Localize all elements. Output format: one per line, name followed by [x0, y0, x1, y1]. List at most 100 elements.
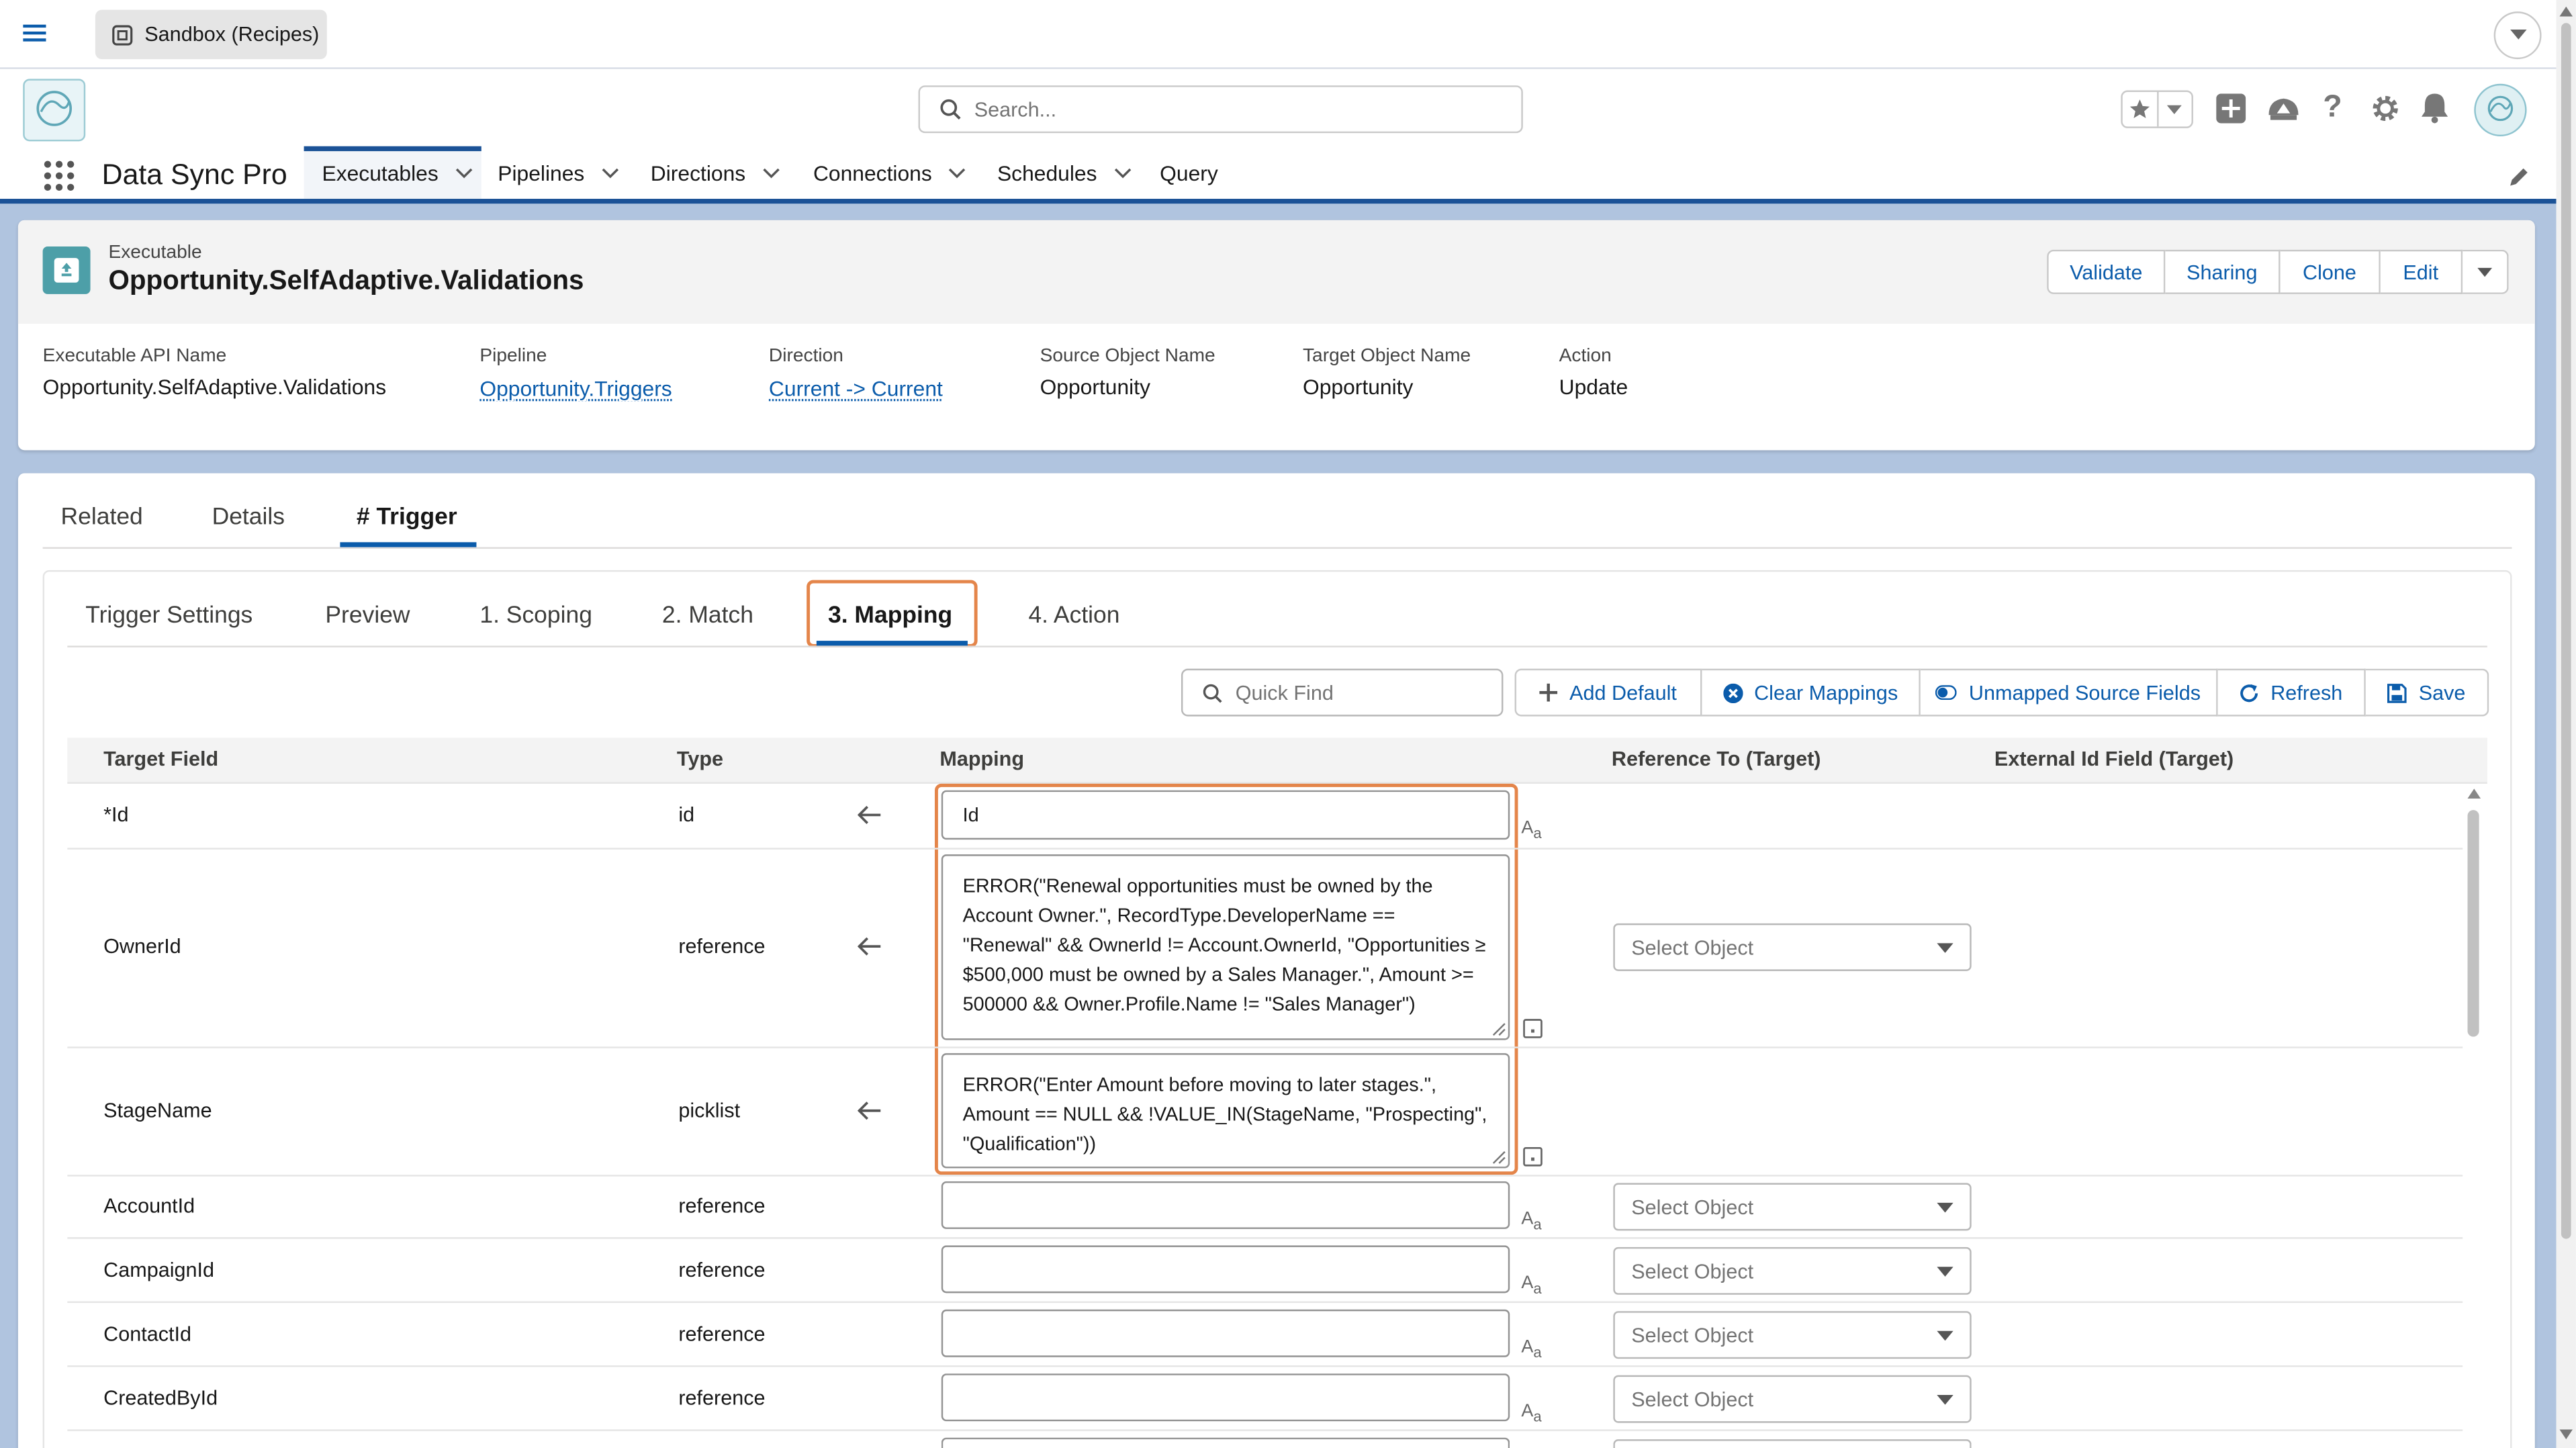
mapping-textarea[interactable]: ERROR("Renewal opportunities must be own…: [941, 854, 1510, 1040]
tab-trigger[interactable]: # Trigger: [357, 504, 457, 531]
resize-handle-icon[interactable]: [1491, 1022, 1506, 1037]
pipeline-link[interactable]: Opportunity.Triggers: [479, 376, 672, 401]
plus-icon: [1540, 683, 1558, 702]
nav-item-label: Pipelines: [498, 161, 585, 186]
text-format-icon[interactable]: Aa: [1521, 1337, 1541, 1361]
header-reference-to[interactable]: Reference To (Target): [1612, 748, 1821, 770]
field-value-target-object: Opportunity: [1302, 374, 1414, 400]
help-icon[interactable]: ?: [2323, 91, 2342, 127]
quick-find-input[interactable]: Quick Find: [1181, 668, 1504, 717]
chevron-down-icon: [1937, 942, 1953, 952]
subtabs-divider: [67, 645, 2487, 647]
text-format-icon[interactable]: Aa: [1521, 1210, 1541, 1233]
nav-item-pipelines[interactable]: Pipelines: [498, 148, 618, 199]
subtab-trigger-settings[interactable]: Trigger Settings: [85, 603, 252, 629]
search-placeholder: Search...: [974, 97, 1057, 121]
gear-icon[interactable]: [2371, 93, 2400, 123]
subtab-preview[interactable]: Preview: [325, 603, 410, 629]
mapping-textarea[interactable]: ERROR("Enter Amount before moving to lat…: [941, 1053, 1510, 1169]
nav-item-schedules[interactable]: Schedules: [997, 148, 1132, 199]
subtab-scoping[interactable]: 1. Scoping: [479, 603, 592, 629]
mapping-input[interactable]: [941, 1309, 1510, 1357]
table-scrollbar[interactable]: [2466, 787, 2482, 1445]
reference-object-select-partial[interactable]: [1613, 1439, 1972, 1448]
favorites-dropdown-icon[interactable]: [2158, 92, 2191, 126]
add-default-button[interactable]: Add Default: [1514, 668, 1702, 717]
reference-object-select[interactable]: Select Object: [1613, 1311, 1972, 1359]
notifications-bell-icon[interactable]: [2420, 92, 2450, 124]
page-scrollbar[interactable]: [2556, 0, 2576, 1448]
nav-item-connections[interactable]: Connections: [813, 148, 966, 199]
scroll-down-arrow[interactable]: [2559, 1429, 2573, 1440]
scroll-up-arrow[interactable]: [2559, 6, 2575, 17]
text-format-icon[interactable]: Aa: [1521, 1273, 1541, 1297]
chevron-down-icon[interactable]: [762, 168, 780, 179]
direction-link[interactable]: Current -> Current: [769, 376, 943, 401]
trailhead-icon[interactable]: [2267, 93, 2300, 123]
sandbox-indicator[interactable]: Sandbox (Recipes): [95, 9, 327, 60]
nav-item-executables[interactable]: Executables: [322, 148, 473, 199]
global-actions-plus-icon[interactable]: [2216, 93, 2246, 124]
page-scrollbar-thumb[interactable]: [2561, 23, 2571, 1239]
reference-object-select[interactable]: Select Object: [1613, 923, 1972, 971]
select-placeholder: Select Object: [1631, 1195, 1754, 1219]
reference-object-select[interactable]: Select Object: [1613, 1375, 1972, 1423]
subtab-mapping[interactable]: 3. Mapping: [828, 603, 952, 629]
nav-item-label: Connections: [813, 161, 932, 186]
tab-details[interactable]: Details: [212, 504, 285, 531]
subtab-action[interactable]: 4. Action: [1028, 603, 1119, 629]
chevron-down-icon[interactable]: [948, 168, 966, 179]
text-format-icon[interactable]: Aa: [1521, 1402, 1541, 1425]
reference-object-select[interactable]: Select Object: [1613, 1247, 1972, 1295]
mapping-input[interactable]: [941, 1245, 1510, 1294]
global-search-input[interactable]: Search...: [918, 85, 1523, 134]
chevron-down-icon[interactable]: [601, 168, 619, 179]
resize-handle-icon[interactable]: [1491, 1150, 1506, 1165]
nav-item-directions[interactable]: Directions: [651, 148, 780, 199]
text-format-icon[interactable]: Aa: [1521, 818, 1541, 842]
more-actions-button[interactable]: [2463, 249, 2509, 294]
hamburger-menu-icon[interactable]: [23, 21, 46, 44]
subtab-match[interactable]: 2. Match: [662, 603, 753, 629]
global-top-bar: [0, 0, 2557, 69]
user-avatar[interactable]: [2474, 83, 2527, 137]
reference-object-select[interactable]: Select Object: [1613, 1183, 1972, 1231]
table-scrollbar-thumb[interactable]: [2467, 810, 2479, 1037]
chevron-down-icon: [1937, 1202, 1953, 1212]
expand-editor-icon[interactable]: [1523, 1146, 1543, 1167]
header-target-field[interactable]: Target Field: [103, 748, 218, 770]
field-label-action: Action: [1559, 347, 1612, 367]
search-icon: [939, 99, 961, 120]
unmapped-source-fields-button[interactable]: Unmapped Source Fields: [1920, 668, 2218, 717]
mapping-input[interactable]: Id: [941, 790, 1510, 840]
header-type[interactable]: Type: [677, 748, 723, 770]
chevron-down-icon: [1937, 1265, 1953, 1276]
expand-editor-icon[interactable]: [1523, 1019, 1543, 1038]
mapping-input[interactable]: [941, 1373, 1510, 1422]
clear-mappings-button[interactable]: Clear Mappings: [1702, 668, 1921, 717]
save-button[interactable]: Save: [2365, 668, 2489, 717]
favorites-star-icon[interactable]: [2123, 91, 2158, 127]
tab-related[interactable]: Related: [61, 504, 143, 531]
field-label-direction: Direction: [768, 347, 843, 367]
header-external-id-field[interactable]: External Id Field (Target): [1994, 748, 2234, 770]
sharing-button[interactable]: Sharing: [2165, 249, 2281, 294]
select-placeholder: Select Object: [1631, 936, 1754, 959]
header-mapping[interactable]: Mapping: [939, 748, 1024, 770]
mapping-input-partial[interactable]: [941, 1437, 1510, 1448]
validate-button[interactable]: Validate: [2047, 249, 2166, 294]
app-launcher-icon[interactable]: [43, 159, 76, 192]
row-divider: [67, 848, 2463, 850]
chevron-down-icon[interactable]: [1113, 168, 1132, 179]
top-dropdown-button[interactable]: [2493, 11, 2542, 60]
chevron-down-icon[interactable]: [455, 168, 473, 179]
refresh-button[interactable]: Refresh: [2217, 668, 2366, 717]
mapping-input[interactable]: [941, 1181, 1510, 1229]
org-logo[interactable]: [23, 79, 86, 142]
chevron-down-icon: [1937, 1394, 1953, 1404]
clone-button[interactable]: Clone: [2280, 249, 2381, 294]
edit-button[interactable]: Edit: [2380, 249, 2463, 294]
clear-mappings-label: Clear Mappings: [1754, 681, 1898, 705]
nav-item-query[interactable]: Query: [1160, 148, 1218, 199]
edit-nav-pencil-icon[interactable]: [2509, 166, 2530, 187]
